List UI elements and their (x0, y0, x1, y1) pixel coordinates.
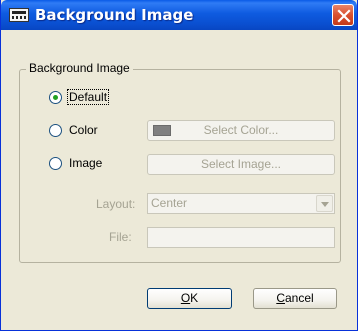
color-swatch (153, 125, 171, 136)
radio-default-label[interactable]: Default (66, 89, 110, 105)
file-label: File: (109, 230, 132, 244)
close-icon (337, 9, 351, 23)
layout-dropdown-button[interactable] (316, 195, 333, 212)
close-button[interactable] (332, 4, 354, 26)
cancel-rest: ancel (284, 291, 314, 305)
dialog-window: Background Image Background Image Defaul… (0, 0, 358, 331)
cancel-button[interactable]: Cancel (253, 288, 337, 309)
ok-rest: K (190, 291, 199, 305)
select-image-label: Select Image... (200, 157, 282, 171)
window-title: Background Image (35, 6, 194, 24)
radio-image-label[interactable]: Image (69, 156, 102, 170)
file-field[interactable] (147, 227, 335, 248)
select-color-label: Select Color... (203, 123, 279, 137)
radio-default[interactable] (49, 91, 62, 104)
app-icon (9, 8, 29, 22)
layout-value: Center (151, 196, 188, 210)
ok-accel: O (180, 291, 191, 305)
group-label: Background Image (26, 61, 133, 75)
layout-label: Layout: (96, 197, 136, 211)
title-bar[interactable]: Background Image (1, 0, 357, 30)
layout-select[interactable]: Center (147, 193, 335, 214)
select-image-button[interactable]: Select Image... (147, 154, 335, 175)
radio-image[interactable] (49, 157, 62, 170)
ok-button[interactable]: OK (147, 288, 232, 309)
select-color-button[interactable]: Select Color... (147, 120, 335, 141)
chevron-down-icon (321, 202, 329, 207)
radio-color[interactable] (49, 124, 62, 137)
cancel-accel: C (276, 291, 285, 305)
radio-color-label[interactable]: Color (69, 123, 98, 137)
